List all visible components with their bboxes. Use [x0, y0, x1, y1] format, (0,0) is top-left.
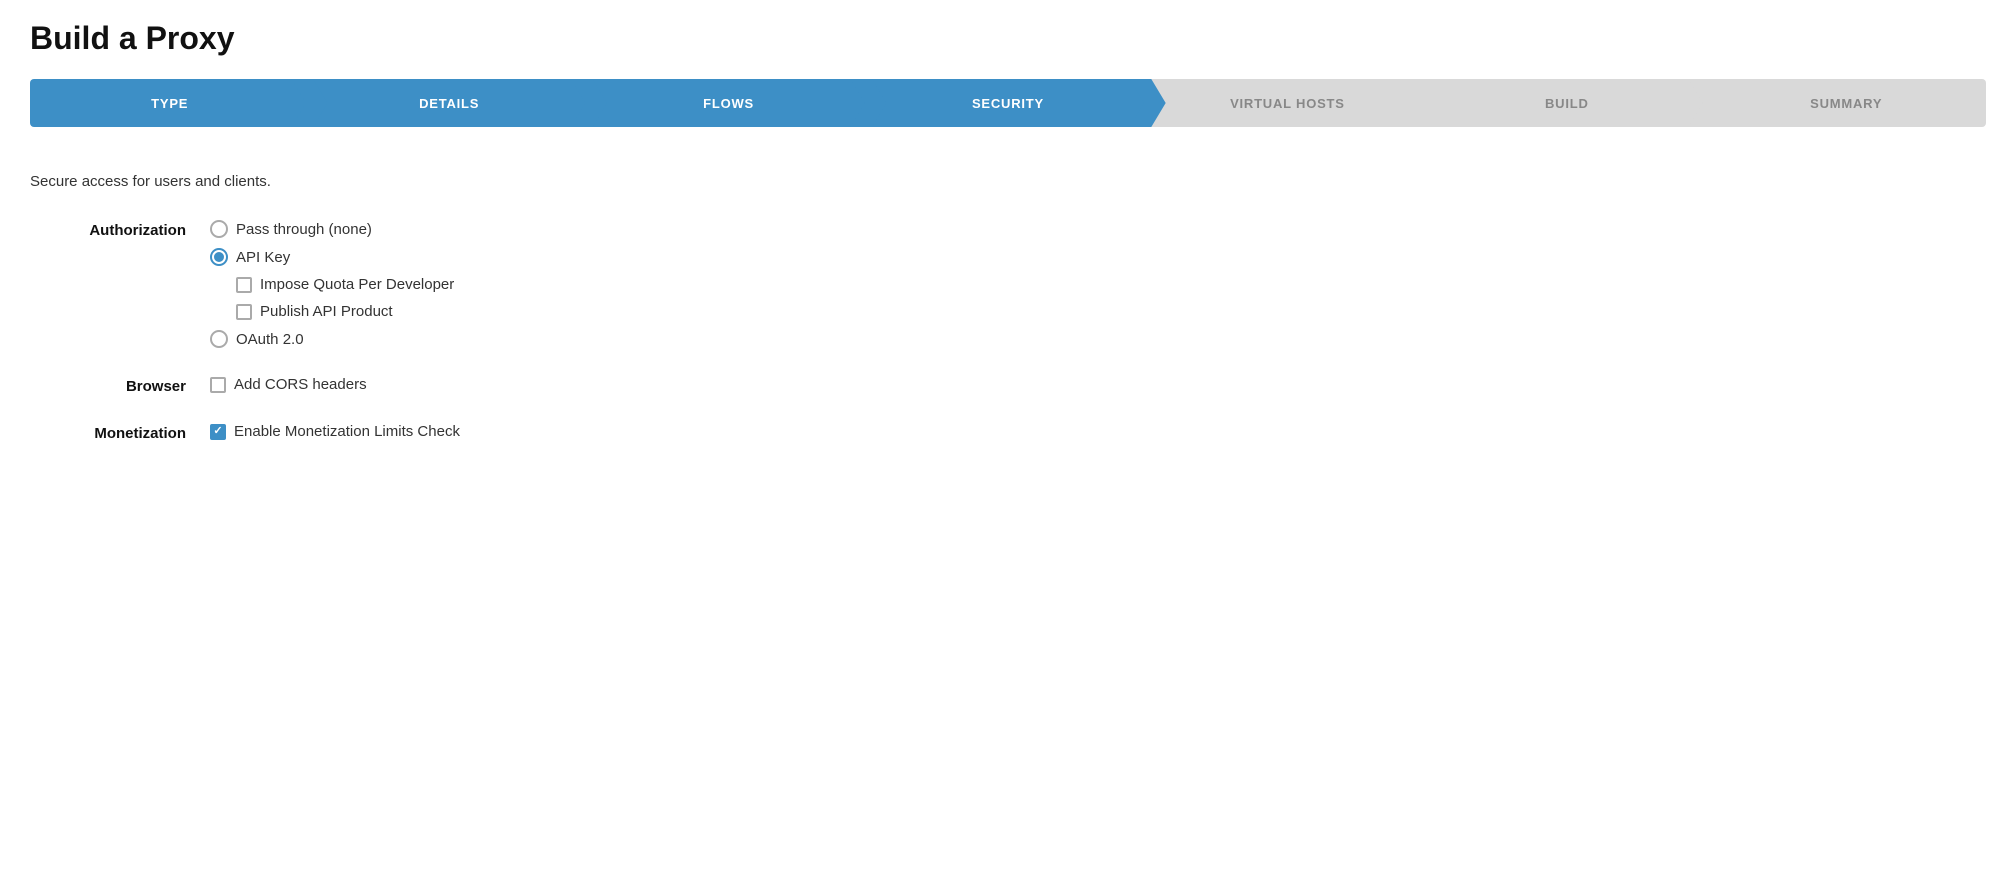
radio-option-oauth2[interactable]: OAuth 2.0 [210, 330, 454, 348]
form-controls-monetization: Enable Monetization Limits Check [210, 423, 460, 440]
checkbox-label-impose-quota: Impose Quota Per Developer [260, 276, 454, 293]
stepper-step-summary[interactable]: SUMMARY [1707, 79, 1986, 127]
stepper-step-flows[interactable]: FLOWS [589, 79, 868, 127]
stepper: TYPE DETAILS FLOWS SECURITY VIRTUAL HOSTS BUI… [30, 79, 1986, 127]
stepper-step-build[interactable]: BUILD [1427, 79, 1706, 127]
stepper-label-build: BUILD [1545, 96, 1589, 111]
stepper-step-type[interactable]: TYPE [30, 79, 309, 127]
radio-option-api-key[interactable]: API Key [210, 248, 454, 266]
checkbox-indicator-publish-api [236, 304, 252, 320]
form-section-monetization: Monetization Enable Monetization Limits C… [30, 423, 1986, 442]
main-content: Secure access for users and clients. Aut… [30, 163, 1986, 442]
form-section-browser: Browser Add CORS headers [30, 376, 1986, 395]
checkbox-option-monetization-limits[interactable]: Enable Monetization Limits Check [210, 423, 460, 440]
checkbox-label-cors-headers: Add CORS headers [234, 376, 367, 393]
stepper-label-details: DETAILS [419, 96, 479, 111]
radio-label-api-key: API Key [236, 249, 290, 266]
radio-indicator-api-key [210, 248, 228, 266]
radio-label-pass-through: Pass through (none) [236, 221, 372, 238]
checkbox-indicator-impose-quota [236, 277, 252, 293]
checkbox-label-monetization-limits: Enable Monetization Limits Check [234, 423, 460, 440]
stepper-step-details[interactable]: DETAILS [309, 79, 588, 127]
checkbox-indicator-monetization-limits [210, 424, 226, 440]
stepper-label-virtual-hosts: VIRTUAL HOSTS [1230, 96, 1345, 111]
form-controls-authorization: Pass through (none) API Key Impose Quota P… [210, 220, 454, 348]
stepper-label-summary: SUMMARY [1810, 96, 1882, 111]
checkbox-option-publish-api[interactable]: Publish API Product [236, 303, 454, 320]
radio-option-pass-through[interactable]: Pass through (none) [210, 220, 454, 238]
checkbox-option-cors-headers[interactable]: Add CORS headers [210, 376, 367, 393]
radio-label-oauth2: OAuth 2.0 [236, 331, 304, 348]
stepper-label-security: SECURITY [972, 96, 1044, 111]
form-controls-browser: Add CORS headers [210, 376, 367, 393]
form-label-authorization: Authorization [30, 220, 210, 239]
page-title: Build a Proxy [30, 20, 1986, 57]
stepper-step-security[interactable]: SECURITY [868, 79, 1147, 127]
stepper-label-flows: FLOWS [703, 96, 754, 111]
radio-indicator-oauth2 [210, 330, 228, 348]
checkbox-indicator-cors-headers [210, 377, 226, 393]
radio-indicator-pass-through [210, 220, 228, 238]
checkbox-option-impose-quota[interactable]: Impose Quota Per Developer [236, 276, 454, 293]
form-section-authorization: Authorization Pass through (none) API Key I… [30, 220, 1986, 348]
section-description: Secure access for users and clients. [30, 173, 1986, 190]
checkbox-label-publish-api: Publish API Product [260, 303, 393, 320]
stepper-step-virtual-hosts[interactable]: VIRTUAL HOSTS [1148, 79, 1427, 127]
stepper-label-type: TYPE [151, 96, 188, 111]
form-label-browser: Browser [30, 376, 210, 395]
form-label-monetization: Monetization [30, 423, 210, 442]
